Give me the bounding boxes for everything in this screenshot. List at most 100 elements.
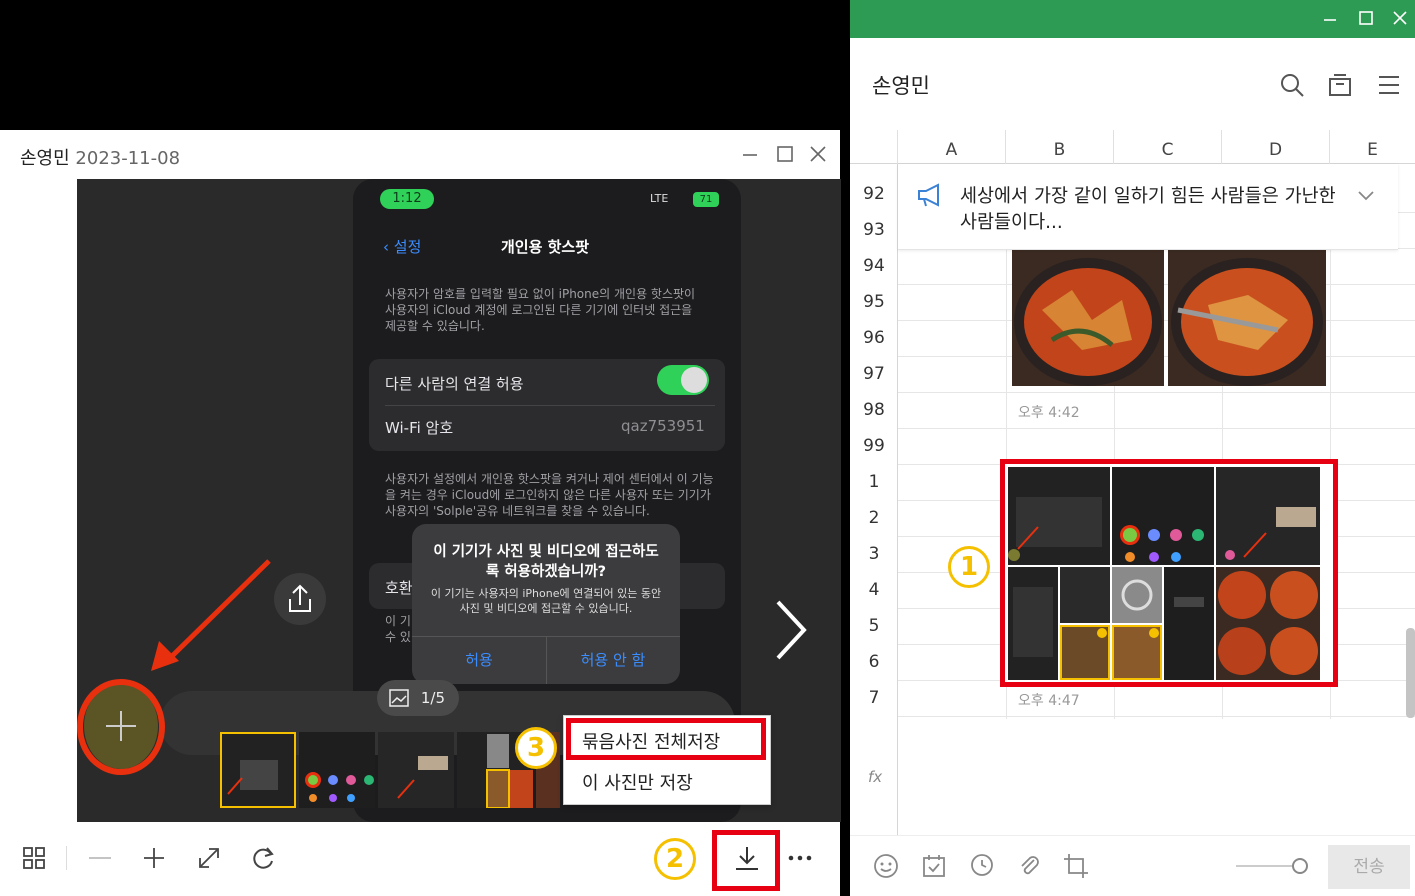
zoom-out-icon[interactable] [86, 844, 114, 872]
column-c: C [1114, 130, 1222, 164]
chat-titlebar [850, 0, 1415, 38]
menu-icon[interactable] [1376, 72, 1402, 98]
photo-counter-text: 1/5 [420, 689, 445, 707]
column-header: A B C D E [850, 130, 1415, 164]
thumbnail[interactable] [378, 732, 454, 808]
phone-network: LTE [650, 192, 669, 205]
attachment-icon[interactable] [1015, 852, 1043, 880]
viewer-sender: 손영민 [20, 148, 70, 169]
chat-bubble-clock-icon[interactable] [968, 852, 996, 880]
chat-photo[interactable] [1012, 250, 1164, 386]
row-number: 7 [868, 688, 880, 708]
save-this-photo-option[interactable]: 이 사진만 저장 [582, 769, 693, 795]
alert-allow: 허용 [465, 651, 493, 669]
formula-label: fx [868, 768, 883, 786]
alert-title: 이 기기가 사진 및 비디오에 접근하도록 허용하겠습니까? [433, 544, 659, 580]
toggle-switch [657, 365, 709, 395]
emoticon-icon[interactable] [872, 852, 900, 880]
calendar-check-icon[interactable] [920, 852, 948, 880]
viewer-date: 2023-11-08 [75, 148, 181, 169]
red-arrow-annotation [151, 559, 271, 671]
chevron-down-icon[interactable] [1356, 188, 1376, 202]
phone-title: 개인용 핫스팟 [501, 238, 590, 256]
send-button[interactable]: 전송 [1328, 845, 1410, 889]
search-icon[interactable] [1279, 72, 1305, 98]
thumbnail[interactable] [299, 732, 375, 808]
next-photo-icon[interactable] [770, 598, 810, 662]
chat-window: 손영민 A B C D E 92 93 94 95 96 97 98 99 1 … [850, 0, 1415, 896]
zoom-in-icon[interactable] [140, 844, 168, 872]
thumbnail[interactable] [220, 732, 296, 808]
row-number: 94 [863, 256, 885, 276]
phone-desc2: 사용자가 설정에서 개인용 핫스팟을 켜거나 제어 센터에서 이 기능을 켜는 … [385, 472, 714, 518]
phone-back: ‹ 설정 [383, 238, 422, 256]
megaphone-icon [918, 183, 939, 207]
phone-desc3b: 수 있 [385, 630, 411, 644]
crop-icon[interactable] [1062, 852, 1090, 880]
chat-header: 손영민 [850, 38, 1415, 130]
minimize-icon[interactable] [740, 144, 760, 164]
fullscreen-icon[interactable] [195, 844, 223, 872]
row-number: 99 [863, 436, 885, 456]
step-marker-3: 3 [515, 727, 557, 769]
row-number: 92 [863, 184, 885, 204]
column-b: B [1006, 130, 1114, 164]
message-time: 오후 4:42 [1018, 405, 1080, 421]
row-header: 92 93 94 95 96 97 98 99 1 2 3 4 5 6 7 [850, 164, 898, 835]
chat-photo[interactable] [1168, 250, 1326, 386]
step-marker-2: 2 [654, 838, 696, 880]
gallery-icon [389, 689, 409, 707]
permission-alert: 이 기기가 사진 및 비디오에 접근하도록 허용하겠습니까? 이 기기는 사용자… [412, 524, 680, 684]
close-icon[interactable] [1390, 8, 1410, 28]
phone-row1: 다른 사람의 연결 허용 [385, 375, 524, 393]
column-a: A [898, 130, 1006, 164]
photo-viewer-window: 손영민 2023-11-08 1:12 LTE 71 ‹ 설정 개인용 핫스팟 … [0, 130, 841, 896]
slider-track[interactable] [1236, 865, 1300, 867]
row-number: 3 [868, 544, 880, 564]
row-number: 97 [863, 364, 885, 384]
column-d: D [1222, 130, 1330, 164]
row-number: 1 [868, 472, 880, 492]
rotate-icon[interactable] [249, 844, 277, 872]
row-number: 4 [868, 580, 880, 600]
row-number: 98 [863, 400, 885, 420]
minimize-icon[interactable] [1320, 8, 1340, 28]
slider-handle[interactable] [1292, 858, 1308, 874]
notice-text: 세상에서 가장 같이 일하기 힘든 사람들은 가난한 사람들이다... [960, 186, 1336, 233]
chat-message-area: A B C D E 92 93 94 95 96 97 98 99 1 2 3 … [850, 130, 1415, 835]
grid-view-icon[interactable] [20, 844, 48, 872]
bundled-photo-message[interactable] [1000, 459, 1338, 687]
close-icon[interactable] [808, 144, 828, 164]
phone-row2: Wi-Fi 암호 [385, 419, 454, 437]
phone-desc1: 사용자가 암호를 입력할 필요 없이 iPhone의 개인용 핫스팟이 사용자의… [385, 287, 696, 333]
red-circle-annotation [77, 679, 165, 775]
message-composer: 전송 [850, 835, 1415, 896]
maximize-icon[interactable] [1356, 8, 1376, 28]
previous-photo-icon[interactable] [30, 598, 70, 662]
phone-row3: 호환 [385, 579, 413, 597]
chat-room-name: 손영민 [872, 74, 930, 98]
phone-row2-value: qaz753951 [621, 417, 705, 435]
row-number: 6 [868, 652, 880, 672]
step-marker-1: 1 [948, 546, 990, 588]
phone-time: 1:12 [380, 189, 434, 209]
column-e: E [1367, 140, 1378, 160]
row-number: 2 [868, 508, 880, 528]
red-box-annotation [566, 718, 766, 760]
notice-banner[interactable]: 세상에서 가장 같이 일하기 힘든 사람들은 가난한 사람들이다... [898, 164, 1398, 250]
archive-icon[interactable] [1327, 72, 1353, 98]
maximize-icon[interactable] [775, 144, 795, 164]
photo-counter: 1/5 [377, 680, 459, 716]
more-options-icon[interactable] [786, 844, 814, 872]
row-number: 93 [863, 220, 885, 240]
phone-desc3: 이 기 [385, 614, 411, 628]
alert-body: 이 기기는 사용자의 iPhone에 연결되어 있는 동안 사진 및 비디오에 … [430, 587, 662, 615]
viewer-title: 손영민 2023-11-08 [20, 144, 180, 170]
row-number: 96 [863, 328, 885, 348]
row-number: 5 [868, 616, 880, 636]
share-icon [289, 584, 311, 612]
thumbnail-strip [220, 732, 560, 808]
share-button[interactable] [274, 573, 326, 625]
message-time: 오후 4:47 [1018, 693, 1080, 709]
scrollbar[interactable] [1406, 628, 1415, 718]
